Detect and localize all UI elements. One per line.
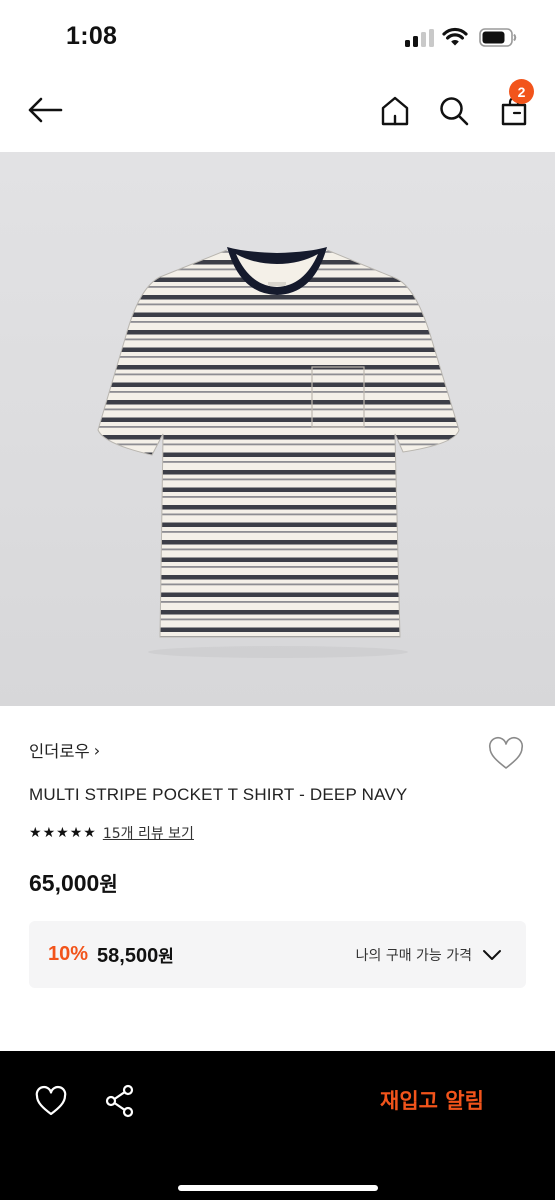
striped-tshirt-photo	[97, 247, 460, 658]
brand-name: 인더로우	[29, 742, 90, 761]
home-indicator	[178, 1185, 378, 1191]
home-icon	[381, 96, 409, 126]
star-icon: ★	[69, 825, 83, 841]
status-time: 1:08	[66, 22, 118, 50]
cellular-signal-icon	[405, 29, 435, 47]
restock-alert-button[interactable]: 재입고 알림	[380, 1085, 484, 1115]
sale-price-currency: 원	[158, 946, 174, 967]
my-price-dropdown[interactable]: 10% 58,500원 나의 구매 가능 가격	[29, 921, 526, 988]
heart-outline-icon[interactable]	[487, 736, 525, 772]
product-image[interactable]	[0, 152, 555, 706]
my-price-label: 나의 구매 가능 가격	[355, 947, 472, 964]
cart-count-badge: 2	[509, 79, 534, 104]
star-icon: ★	[42, 825, 56, 841]
rating-stars: ★ ★ ★ ★ ★	[29, 825, 97, 841]
review-link[interactable]: 15개 리뷰 보기	[103, 823, 194, 843]
wifi-icon	[442, 27, 468, 46]
back-button[interactable]	[22, 90, 68, 130]
arrow-left-icon	[28, 97, 63, 123]
home-button[interactable]	[374, 90, 416, 132]
search-button[interactable]	[433, 90, 475, 132]
heart-outline-icon[interactable]	[34, 1085, 68, 1117]
star-icon: ★	[29, 825, 42, 841]
product-detail-page: 1:08 2 인더로우 › MULTI STRIPE POCKET T SHIR…	[0, 0, 555, 1200]
brand-link[interactable]: 인더로우 ›	[29, 738, 100, 762]
product-title: MULTI STRIPE POCKET T SHIRT - DEEP NAVY	[29, 785, 408, 804]
battery-icon	[479, 28, 517, 47]
sale-price-value: 58,500	[97, 944, 159, 967]
status-bar: 1:08	[0, 0, 555, 70]
bottom-action-bar: 재입고 알림	[0, 1051, 555, 1200]
chevron-down-icon	[483, 950, 501, 960]
star-icon: ★	[83, 825, 96, 841]
star-icon: ★	[56, 825, 69, 841]
top-navigation	[0, 70, 555, 152]
price-currency: 원	[99, 872, 118, 896]
original-price: 65,000원	[29, 868, 118, 897]
discount-rate: 10%	[48, 943, 89, 965]
sale-price: 58,500원	[97, 942, 174, 968]
chevron-right-icon: ›	[93, 740, 101, 760]
rating-row: ★ ★ ★ ★ ★ 15개 리뷰 보기	[29, 823, 194, 843]
share-icon[interactable]	[104, 1084, 136, 1118]
search-icon	[440, 97, 469, 126]
price-value: 65,000	[29, 870, 100, 896]
